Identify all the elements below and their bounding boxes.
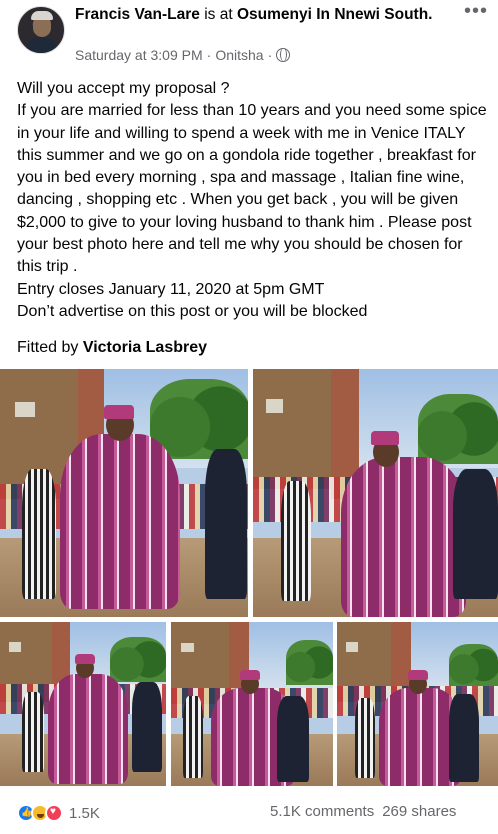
photo-woman-striped bbox=[183, 696, 203, 778]
photo-woman-striped bbox=[281, 481, 311, 601]
photo-man-cap bbox=[371, 431, 399, 445]
avatar-shirt bbox=[26, 37, 58, 53]
author-name[interactable]: Francis Van-Lare bbox=[75, 6, 200, 23]
post-timestamp[interactable]: Saturday at 3:09 PM bbox=[75, 47, 203, 63]
photo-trees bbox=[110, 637, 166, 682]
photo-building bbox=[253, 369, 338, 489]
photo-man-suit bbox=[277, 696, 309, 782]
photo-man-robe bbox=[48, 674, 128, 784]
globe-icon[interactable] bbox=[276, 48, 291, 62]
post-photo-2[interactable] bbox=[253, 369, 498, 617]
meta-separator-2: · bbox=[267, 47, 273, 63]
comments-count[interactable]: 5.1K comments bbox=[270, 803, 374, 820]
post-photo-5[interactable] bbox=[337, 622, 498, 786]
photo-woman-striped bbox=[22, 469, 56, 599]
credit-prefix: Fitted by bbox=[17, 339, 79, 356]
photo-man-robe bbox=[60, 434, 180, 609]
photo-man-cap bbox=[408, 670, 428, 680]
post-title-line: Francis Van-Lare is at Osumenyi In Nnewi… bbox=[75, 5, 445, 25]
photo-trees bbox=[418, 394, 498, 464]
checkin-place[interactable]: Osumenyi In Nnewi South. bbox=[237, 6, 433, 23]
photo-man-cap bbox=[75, 654, 95, 664]
post-body-text: Will you accept my proposal ? If you are… bbox=[17, 80, 487, 320]
photo-woman-striped bbox=[355, 698, 375, 778]
post-location[interactable]: Onitsha bbox=[215, 47, 263, 63]
post-photo-1[interactable] bbox=[0, 369, 248, 617]
reactions-summary[interactable]: 1.5K bbox=[17, 804, 100, 822]
meta-separator: · bbox=[206, 47, 212, 63]
post-header: Francis Van-Lare is at Osumenyi In Nnewi… bbox=[0, 0, 498, 72]
photo-man-suit bbox=[453, 469, 498, 599]
reaction-count[interactable]: 1.5K bbox=[69, 805, 100, 822]
love-icon bbox=[45, 804, 63, 822]
is-at-text: is at bbox=[204, 6, 233, 23]
photo-man-suit bbox=[132, 682, 162, 772]
avatar-cap bbox=[31, 11, 53, 20]
credit-name[interactable]: Victoria Lasbrey bbox=[83, 339, 207, 356]
post-credit: Fitted by Victoria Lasbrey bbox=[17, 337, 207, 359]
photo-woman-striped bbox=[22, 692, 44, 772]
post-meta: Saturday at 3:09 PM · Onitsha · bbox=[75, 47, 291, 63]
photo-trees bbox=[286, 640, 333, 685]
shares-count[interactable]: 269 shares bbox=[382, 803, 456, 820]
photo-trees bbox=[449, 644, 498, 686]
photo-man-suit bbox=[205, 449, 247, 599]
photo-man-cap bbox=[104, 405, 134, 419]
photo-man-robe bbox=[341, 457, 466, 617]
author-avatar[interactable] bbox=[17, 6, 65, 54]
photo-man-cap bbox=[240, 670, 260, 680]
post-photo-3[interactable] bbox=[0, 622, 166, 786]
photo-man-suit bbox=[449, 694, 479, 782]
post-photo-4[interactable] bbox=[171, 622, 333, 786]
more-options-icon[interactable]: ••• bbox=[464, 1, 488, 24]
post-stats: 5.1K comments 269 shares bbox=[270, 803, 456, 820]
